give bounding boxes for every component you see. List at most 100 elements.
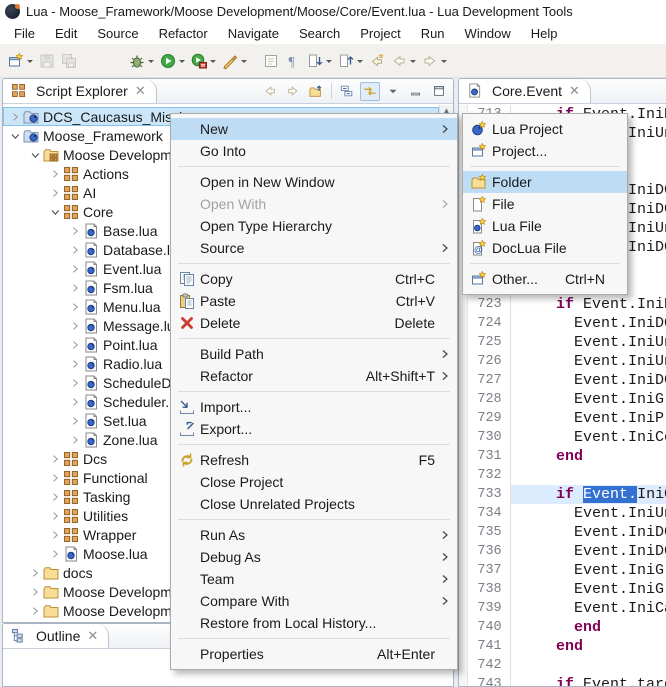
collapse-arrow-icon[interactable] xyxy=(7,128,22,143)
up-folder-button[interactable] xyxy=(306,82,326,101)
menu-item-close-unrelated-projects[interactable]: Close Unrelated Projects xyxy=(171,493,457,515)
dropdown-caret-icon[interactable] xyxy=(148,60,154,66)
menubar-item-help[interactable]: Help xyxy=(521,23,568,44)
menubar-item-window[interactable]: Window xyxy=(455,23,521,44)
expand-arrow-icon[interactable] xyxy=(47,185,62,200)
forward-button[interactable] xyxy=(419,49,450,73)
expand-arrow-icon[interactable] xyxy=(47,470,62,485)
menu-item-doclua-file[interactable]: @DocLua File xyxy=(463,237,627,259)
back-arrow-button[interactable] xyxy=(260,82,280,101)
code-line-737[interactable]: 737 Event.IniGroup = GROUP:FindByName( E… xyxy=(469,561,666,580)
expand-arrow-icon[interactable] xyxy=(27,584,42,599)
code-line-736[interactable]: 736 Event.IniDCSGroupName = Event.IniDCS… xyxy=(469,542,666,561)
external-tools-button[interactable] xyxy=(219,49,250,73)
code-line-743[interactable]: 743 if Event.target then xyxy=(469,675,666,686)
expand-arrow-icon[interactable] xyxy=(67,299,82,314)
code-line-734[interactable]: 734 Event.IniUnit = UNIT:FindByName( Eve… xyxy=(469,504,666,523)
code-line-730[interactable]: 730 Event.IniCoalition = Event.IniDCSUni… xyxy=(469,428,666,447)
expand-arrow-icon[interactable] xyxy=(47,546,62,561)
dropdown-caret-icon[interactable] xyxy=(357,60,363,66)
expand-arrow-icon[interactable] xyxy=(67,432,82,447)
menu-item-file[interactable]: File xyxy=(463,193,627,215)
code-line-742[interactable]: 742 xyxy=(469,656,666,675)
close-icon[interactable]: ✕ xyxy=(567,83,580,99)
expand-arrow-icon[interactable] xyxy=(67,375,82,390)
view-menu-button[interactable] xyxy=(383,82,403,101)
expand-arrow-icon[interactable] xyxy=(67,261,82,276)
dropdown-caret-icon[interactable] xyxy=(441,60,447,66)
tab-script-explorer[interactable]: Script Explorer ✕ xyxy=(3,79,157,103)
menu-item-delete[interactable]: DeleteDelete xyxy=(171,312,457,334)
back-button[interactable] xyxy=(388,49,419,73)
menubar-item-run[interactable]: Run xyxy=(411,23,455,44)
code-line-723[interactable]: 723 if Event.IniDCSUnit then xyxy=(469,295,666,314)
code-line-725[interactable]: 725 Event.IniUnitName = Event.IniDCSUnit… xyxy=(469,333,666,352)
expand-arrow-icon[interactable] xyxy=(67,337,82,352)
menu-item-lua-project[interactable]: Lua Project xyxy=(463,118,627,140)
menu-item-open-with[interactable]: Open With xyxy=(171,193,457,215)
menubar-item-refactor[interactable]: Refactor xyxy=(149,23,218,44)
menu-item-paste[interactable]: PasteCtrl+V xyxy=(171,290,457,312)
new-wizard-button[interactable] xyxy=(5,49,36,73)
dropdown-caret-icon[interactable] xyxy=(326,60,332,66)
menu-item-go-into[interactable]: Go Into xyxy=(171,140,457,162)
expand-arrow-icon[interactable] xyxy=(67,394,82,409)
maximize-button[interactable] xyxy=(429,82,449,101)
code-line-739[interactable]: 739 Event.IniCategory = Event.IniDCSUnit… xyxy=(469,599,666,618)
dropdown-caret-icon[interactable] xyxy=(210,60,216,66)
menu-item-restore-from-local-history[interactable]: Restore from Local History... xyxy=(171,612,457,634)
expand-arrow-icon[interactable] xyxy=(47,166,62,181)
code-line-727[interactable]: 727 Event.IniDCSGroup = Event.IniDCSUnit… xyxy=(469,371,666,390)
expand-arrow-icon[interactable] xyxy=(67,280,82,295)
menubar-item-navigate[interactable]: Navigate xyxy=(218,23,289,44)
collapse-arrow-icon[interactable] xyxy=(27,147,42,162)
tab-core-event[interactable]: Core.Event ✕ xyxy=(459,79,591,103)
mark-occurrences-button[interactable] xyxy=(260,49,282,73)
menu-item-refresh[interactable]: RefreshF5 xyxy=(171,449,457,471)
menu-item-properties[interactable]: PropertiesAlt+Enter xyxy=(171,643,457,665)
minimize-button[interactable] xyxy=(406,82,426,101)
menu-item-run-as[interactable]: Run As xyxy=(171,524,457,546)
code-line-740[interactable]: 740 end xyxy=(469,618,666,637)
expand-arrow-icon[interactable] xyxy=(47,527,62,542)
expand-arrow-icon[interactable] xyxy=(67,223,82,238)
code-line-732[interactable]: 732 xyxy=(469,466,666,485)
expand-arrow-icon[interactable] xyxy=(7,109,22,124)
menu-item-debug-as[interactable]: Debug As xyxy=(171,546,457,568)
expand-arrow-icon[interactable] xyxy=(27,565,42,580)
expand-arrow-icon[interactable] xyxy=(47,508,62,523)
menu-item-compare-with[interactable]: Compare With xyxy=(171,590,457,612)
menu-item-open-in-new-window[interactable]: Open in New Window xyxy=(171,171,457,193)
expand-arrow-icon[interactable] xyxy=(67,318,82,333)
menu-item-source[interactable]: Source xyxy=(171,237,457,259)
save-all-button[interactable] xyxy=(58,49,80,73)
next-annotation-button[interactable] xyxy=(304,49,335,73)
menu-item-open-type-hierarchy[interactable]: Open Type Hierarchy xyxy=(171,215,457,237)
expand-arrow-icon[interactable] xyxy=(47,451,62,466)
menu-item-close-project[interactable]: Close Project xyxy=(171,471,457,493)
debug-button[interactable] xyxy=(126,49,157,73)
menu-item-import[interactable]: Import... xyxy=(171,396,457,418)
dropdown-caret-icon[interactable] xyxy=(179,60,185,66)
expand-arrow-icon[interactable] xyxy=(67,242,82,257)
save-button[interactable] xyxy=(36,49,58,73)
link-editor-button[interactable] xyxy=(360,82,380,101)
menu-item-project[interactable]: Project... xyxy=(463,140,627,162)
menu-item-team[interactable]: Team xyxy=(171,568,457,590)
run-coverage-button[interactable] xyxy=(188,49,219,73)
close-icon[interactable]: ✕ xyxy=(133,83,146,99)
previous-annotation-button[interactable] xyxy=(335,49,366,73)
menubar-item-file[interactable]: File xyxy=(4,23,45,44)
menu-item-export[interactable]: Export... xyxy=(171,418,457,440)
menu-item-build-path[interactable]: Build Path xyxy=(171,343,457,365)
expand-arrow-icon[interactable] xyxy=(67,356,82,371)
collapse-arrow-icon[interactable] xyxy=(47,204,62,219)
code-line-741[interactable]: 741 end xyxy=(469,637,666,656)
menu-item-other[interactable]: Other...Ctrl+N xyxy=(463,268,627,290)
code-line-735[interactable]: 735 Event.IniDCSGroup = Event.IniDCSUnit… xyxy=(469,523,666,542)
run-button[interactable] xyxy=(157,49,188,73)
code-line-731[interactable]: 731 end xyxy=(469,447,666,466)
code-line-724[interactable]: 724 Event.IniDCSUnitName = Event.IniDCSU… xyxy=(469,314,666,333)
menubar-item-search[interactable]: Search xyxy=(289,23,350,44)
dropdown-caret-icon[interactable] xyxy=(241,60,247,66)
